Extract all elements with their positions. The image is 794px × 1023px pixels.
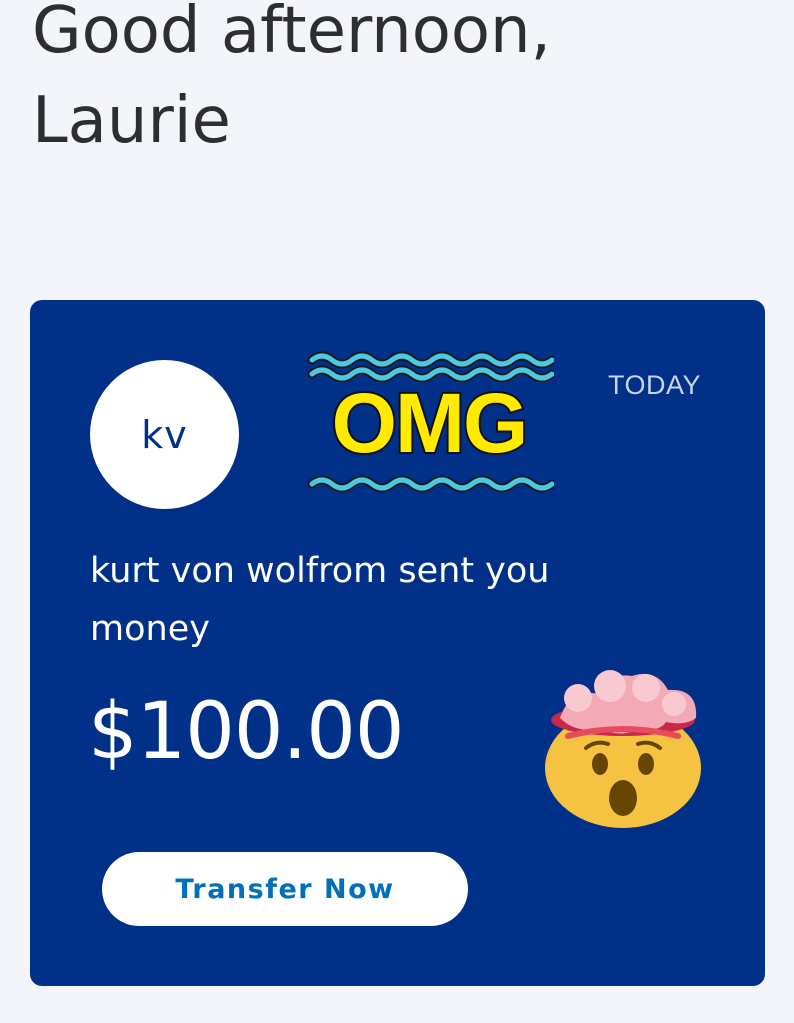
sender-avatar: kv [90,360,239,509]
omg-text: OMG [332,376,527,470]
exploding-head-icon [545,670,701,828]
greeting-heading: Good afternoon, Laurie [32,0,551,158]
transaction-amount: $100.00 [88,687,405,777]
transfer-now-button[interactable]: Transfer Now [102,852,468,926]
transaction-date: TODAY [608,370,702,400]
wave-bottom-color [309,477,554,491]
transaction-message: kurt von wolfrom sent you money [90,551,550,649]
payment-received-card[interactable]: kv OMG TODAY kurt von wolfrom sent you m… [30,300,765,986]
avatar-initials: kv [141,412,188,457]
omg-sticker: OMG [307,351,554,493]
wave-top-color [309,353,554,367]
